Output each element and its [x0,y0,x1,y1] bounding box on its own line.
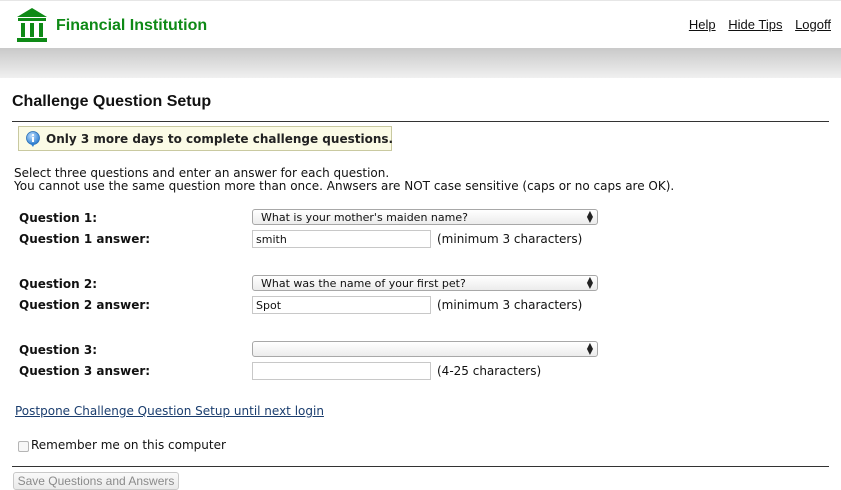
answer-3-label: Question 3 answer: [19,364,151,378]
top-nav: Help Hide Tips Logoff [680,17,831,32]
answer-1-input[interactable]: smith [252,230,431,248]
tip-text: Only 3 more days to complete challenge q… [46,132,394,146]
answer-2-value: Spot [256,299,282,312]
remember-me-label[interactable]: Remember me on this computer [31,438,226,452]
question-1-label: Question 1: [19,211,97,225]
instructions-line-2: You cannot use the same question more th… [14,179,675,193]
hide-tips-link[interactable]: Hide Tips [728,17,782,32]
answer-2-label: Question 2 answer: [19,298,151,312]
postpone-link[interactable]: Postpone Challenge Question Setup until … [15,404,324,418]
answer-1-hint: (minimum 3 characters) [437,232,583,246]
instructions-line-1: Select three questions and enter an answ… [14,166,390,180]
question-2-select[interactable]: What was the name of your first pet? ▲ ▼ [252,275,598,291]
brand-name: Financial Institution [56,17,208,34]
remember-me-checkbox[interactable] [18,441,29,452]
question-3-select[interactable]: ▲ ▼ [252,341,598,357]
up-down-arrows-icon: ▲ ▼ [586,275,593,290]
up-down-arrows-icon: ▲ ▼ [586,341,593,356]
bank-building-icon [17,8,47,42]
help-link[interactable]: Help [689,17,716,32]
question-2-label: Question 2: [19,277,97,291]
question-1-selected: What is your mother's maiden name? [261,211,468,224]
question-1-select[interactable]: What is your mother's maiden name? ▲ ▼ [252,209,598,225]
tip-box: Only 3 more days to complete challenge q… [18,126,394,151]
page-title: Challenge Question Setup [12,93,212,110]
answer-3-input[interactable] [252,362,431,380]
answer-1-label: Question 1 answer: [19,232,151,246]
up-down-arrows-icon: ▲ ▼ [586,209,593,224]
question-3-label: Question 3: [19,343,97,357]
answer-2-input[interactable]: Spot [252,296,431,314]
title-divider [12,121,829,122]
info-icon [26,131,40,147]
answer-3-hint: (4-25 characters) [437,364,542,378]
save-questions-button[interactable]: Save Questions and Answers [13,472,179,490]
app-header: Financial Institution Help Hide Tips Log… [0,0,841,48]
logoff-link[interactable]: Logoff [795,17,831,32]
answer-2-hint: (minimum 3 characters) [437,298,583,312]
footer-divider [12,466,829,467]
answer-1-value: smith [256,233,287,246]
question-2-selected: What was the name of your first pet? [261,277,466,290]
header-band [0,48,841,78]
